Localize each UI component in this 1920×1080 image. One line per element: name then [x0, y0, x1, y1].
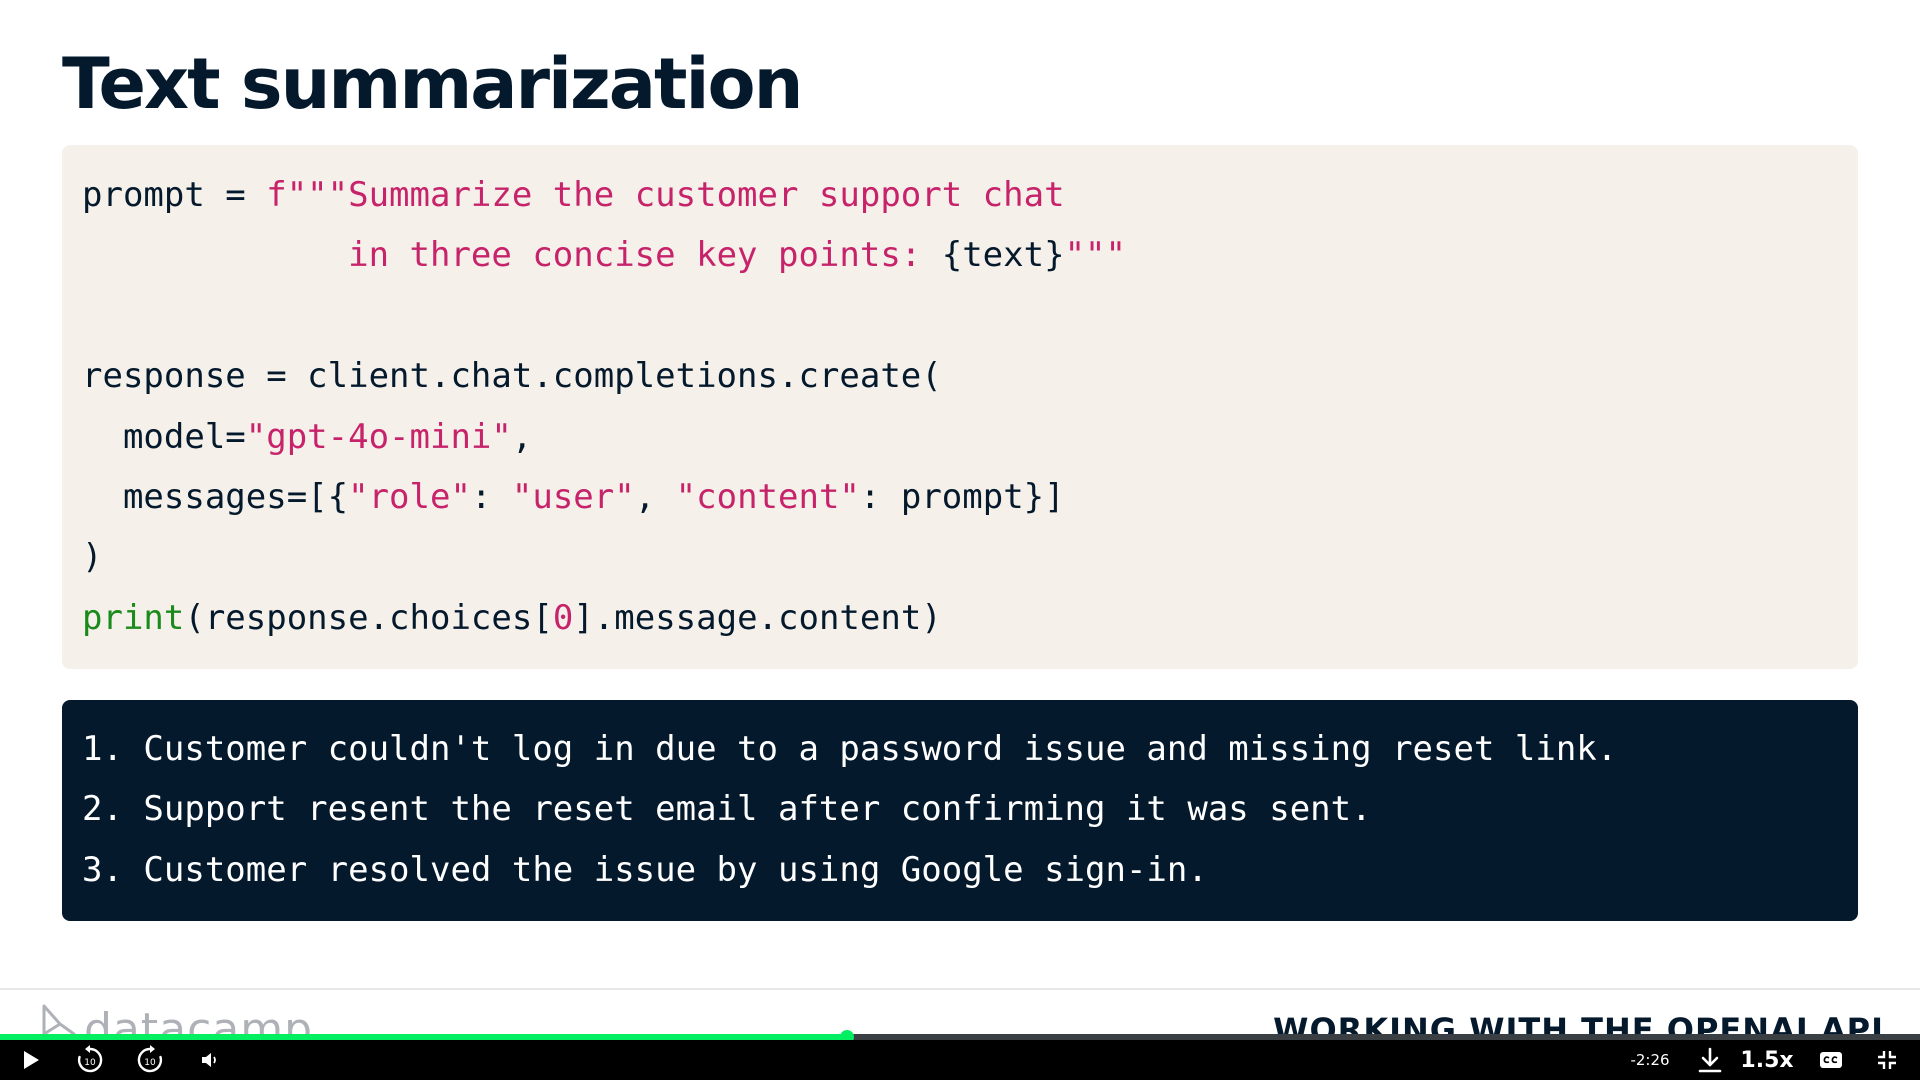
volume-button[interactable] [196, 1040, 224, 1080]
code-token: prompt = [82, 175, 267, 215]
code-token: print [82, 597, 185, 638]
time-remaining: -2:26 [1630, 1051, 1670, 1069]
code-line: print(response.choices[0].message.conten… [82, 588, 1858, 648]
code-token: """ [1064, 235, 1126, 276]
rewind-10-icon: 10 [77, 1045, 103, 1073]
code-token: f"""Summarize the customer support chat [266, 175, 1065, 215]
code-token: "content" [675, 476, 860, 517]
code-line: messages=[{"role": "user", "content": pr… [82, 467, 1858, 527]
download-button[interactable] [1692, 1040, 1728, 1080]
code-line: prompt = f"""Summarize the customer supp… [82, 165, 1858, 225]
datacamp-logo-icon [42, 1004, 76, 1038]
output-line: 2. Support resent the reset email after … [82, 789, 1372, 830]
slide-title: Text summarization [62, 43, 803, 125]
logo-text: datacamp [84, 1004, 314, 1038]
code-token: (response.choices[ [184, 597, 553, 638]
play-icon [24, 1051, 39, 1069]
code-token: "role" [348, 476, 471, 517]
code-token: , [634, 476, 676, 517]
code-line: model="gpt-4o-mini", [82, 407, 1858, 467]
code-token: 0 [552, 597, 574, 638]
code-line: response = client.chat.completions.creat… [82, 346, 1858, 406]
code-line: in three concise key points: {text}""" [82, 225, 1858, 285]
code-token: ].message.content) [573, 597, 942, 638]
code-token: in three concise key points: [348, 235, 942, 276]
code-token: response = client.chat.completions.creat… [82, 356, 942, 397]
playback-speed-button[interactable]: 1.5x [1740, 1040, 1794, 1080]
captions-button[interactable] [1814, 1040, 1848, 1080]
code-token: {text} [941, 235, 1065, 276]
code-token: : [470, 476, 512, 517]
code-block: prompt = f"""Summarize the customer supp… [62, 145, 1858, 669]
captions-icon [1820, 1052, 1842, 1068]
forward-button[interactable]: 10 [132, 1040, 168, 1080]
footer-divider [0, 988, 1920, 990]
code-token: messages=[{ [82, 476, 349, 517]
code-line: ) [82, 527, 1858, 587]
exit-fullscreen-icon [1878, 1051, 1896, 1069]
code-token: "gpt-4o-mini" [245, 416, 512, 457]
code-token: model= [82, 416, 246, 457]
exit-fullscreen-button[interactable] [1870, 1040, 1904, 1080]
rewind-button[interactable]: 10 [72, 1040, 108, 1080]
forward-10-icon: 10 [137, 1045, 163, 1073]
output-line: 1. Customer couldn't log in due to a pas… [82, 729, 1618, 769]
code-token: : prompt}] [859, 476, 1065, 517]
code-token: "user" [511, 476, 635, 517]
output-block: 1. Customer couldn't log in due to a pas… [62, 700, 1858, 921]
play-button[interactable] [14, 1040, 48, 1080]
video-control-bar: 10 10 -2:26 1.5x [0, 1040, 1920, 1080]
forward-seconds: 10 [144, 1058, 156, 1068]
download-icon [1698, 1047, 1722, 1073]
code-token: ) [82, 537, 103, 578]
code-token: , [511, 416, 533, 457]
rewind-seconds: 10 [84, 1058, 96, 1068]
volume-icon [202, 1053, 216, 1067]
output-line: 3. Customer resolved the issue by using … [82, 849, 1208, 890]
datacamp-logo: datacamp [40, 1004, 313, 1038]
